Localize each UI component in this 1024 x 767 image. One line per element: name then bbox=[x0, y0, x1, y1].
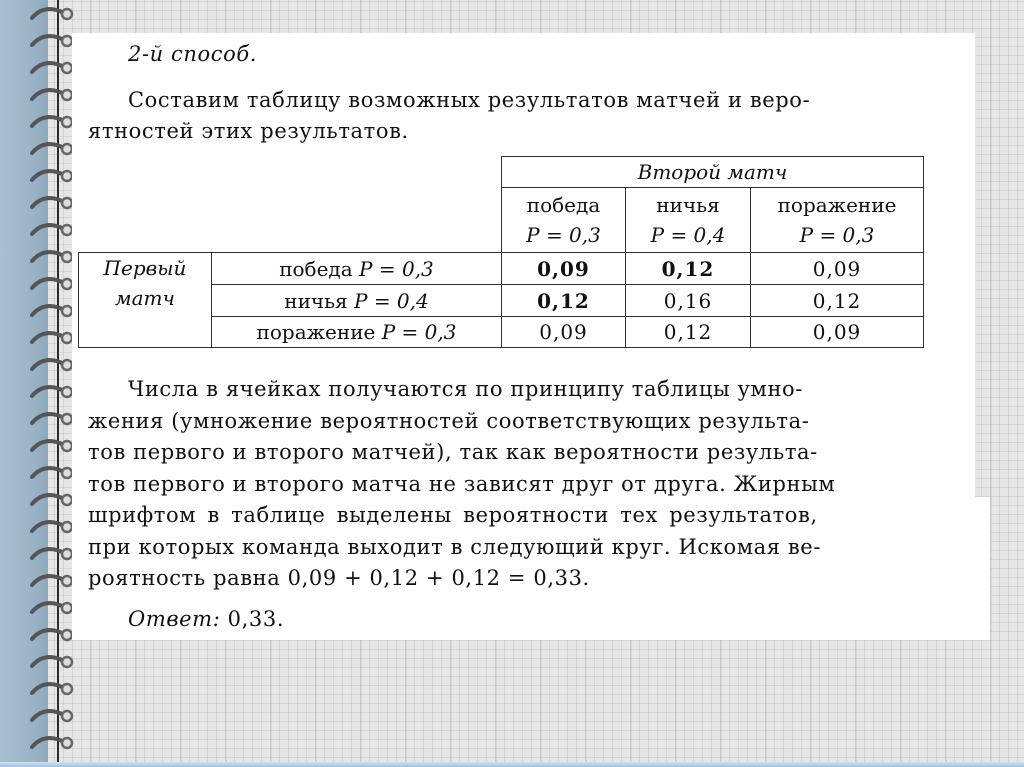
table-corner-blank bbox=[79, 157, 502, 253]
column-header-loss: поражение P = 0,3 bbox=[750, 187, 924, 253]
spiral-ring-icon bbox=[30, 547, 74, 561]
spiral-ring-icon bbox=[30, 250, 74, 264]
spiral-ring-icon bbox=[30, 277, 74, 291]
method-heading: 2-й способ. bbox=[128, 42, 258, 66]
column-header-label: ничья bbox=[656, 193, 720, 217]
spiral-ring-icon bbox=[30, 304, 74, 318]
first-match-header: Первый матч bbox=[78, 252, 212, 348]
spiral-ring-icon bbox=[30, 628, 74, 642]
first-match-header-line1: Первый bbox=[103, 256, 187, 280]
cell-draw-draw: 0,16 bbox=[625, 284, 751, 317]
row-header-prob: P = 0,3 bbox=[359, 256, 434, 281]
answer: Ответ: 0,33. bbox=[128, 607, 284, 631]
spiral-ring-icon bbox=[30, 115, 74, 129]
explanation-line-5: шрифтом в таблице выделены вероятности т… bbox=[88, 503, 818, 527]
spiral-ring-icon bbox=[30, 736, 74, 750]
cell-win-draw: 0,12 bbox=[625, 252, 751, 285]
spiral-ring-icon bbox=[30, 655, 74, 669]
spiral-ring-icon bbox=[30, 574, 74, 588]
column-header-prob: P = 0,4 bbox=[650, 223, 726, 247]
bottom-bar bbox=[0, 762, 1024, 767]
probability-table: Второй матч победа P = 0,3 ничья P = 0,4… bbox=[78, 156, 924, 348]
row-header-prob: P = 0,3 bbox=[381, 320, 457, 344]
answer-label: Ответ: bbox=[128, 607, 221, 631]
spiral-ring-icon bbox=[30, 61, 74, 75]
column-header-win: победа P = 0,3 bbox=[501, 187, 626, 253]
spiral-ring-icon bbox=[30, 385, 74, 399]
spiral-ring-icon bbox=[30, 331, 74, 345]
spiral-ring-icon bbox=[30, 682, 74, 696]
cell-loss-draw: 0,12 bbox=[625, 316, 751, 348]
first-match-header-line2: матч bbox=[115, 286, 175, 310]
column-header-draw: ничья P = 0,4 bbox=[625, 187, 751, 253]
row-header-loss: поражение P = 0,3 bbox=[211, 316, 502, 348]
answer-value: 0,33. bbox=[227, 607, 285, 631]
cell-win-win: 0,09 bbox=[501, 252, 626, 285]
spiral-ring-icon bbox=[30, 223, 74, 237]
explanation-line-2: жения (умножение вероятностей соответств… bbox=[88, 409, 810, 433]
spiral-ring-icon bbox=[30, 520, 74, 534]
spiral-ring-icon bbox=[30, 709, 74, 723]
explanation-line-1: Числа в ячейках получаются по принципу т… bbox=[128, 377, 803, 401]
spiral-ring-icon bbox=[30, 466, 74, 480]
spiral-ring-icon bbox=[30, 601, 74, 615]
explanation-line-4: тов первого и второго матча не зависят д… bbox=[88, 472, 836, 496]
intro-line-1: Составим таблицу возможных результатов м… bbox=[128, 88, 811, 112]
spiral-ring-icon bbox=[30, 88, 74, 102]
column-header-label: победа bbox=[526, 193, 601, 217]
cell-draw-win: 0,12 bbox=[501, 284, 626, 317]
intro-line-2: ятностей этих результатов. bbox=[88, 119, 409, 143]
row-header-label: победа bbox=[279, 256, 353, 281]
cell-loss-win: 0,09 bbox=[501, 316, 626, 348]
spiral-ring-icon bbox=[30, 196, 74, 210]
row-header-win: победа P = 0,3 bbox=[211, 252, 502, 285]
second-match-header: Второй матч bbox=[501, 156, 924, 188]
spiral-ring-icon bbox=[30, 169, 74, 183]
row-header-label: ничья bbox=[284, 288, 348, 313]
spiral-ring-icon bbox=[30, 439, 74, 453]
spiral-ring-icon bbox=[30, 142, 74, 156]
explanation-line-3: тов первого и второго матчей), так как в… bbox=[88, 440, 818, 464]
cell-loss-loss: 0,09 bbox=[750, 316, 924, 348]
spiral-ring-icon bbox=[30, 358, 74, 372]
row-header-prob: P = 0,4 bbox=[354, 288, 429, 313]
spiral-ring-icon bbox=[30, 7, 74, 21]
column-header-prob: P = 0,3 bbox=[526, 223, 601, 247]
table-row: Первый матч победа P = 0,3 0,09 0,12 0,0… bbox=[78, 252, 924, 348]
explanation-line-7: роятность равна 0,09 + 0,12 + 0,12 = 0,3… bbox=[88, 566, 590, 590]
column-header-label: поражение bbox=[777, 193, 897, 217]
spiral-ring-icon bbox=[30, 493, 74, 507]
column-header-prob: P = 0,3 bbox=[799, 223, 875, 247]
explanation-line-6: при которых команда выходит в следующий … bbox=[88, 535, 822, 559]
cell-draw-loss: 0,12 bbox=[750, 284, 924, 317]
row-header-draw: ничья P = 0,4 bbox=[211, 284, 502, 317]
cell-win-loss: 0,09 bbox=[750, 252, 924, 285]
row-header-label: поражение bbox=[256, 320, 376, 344]
spiral-ring-icon bbox=[30, 34, 74, 48]
spiral-ring-icon bbox=[30, 412, 74, 426]
